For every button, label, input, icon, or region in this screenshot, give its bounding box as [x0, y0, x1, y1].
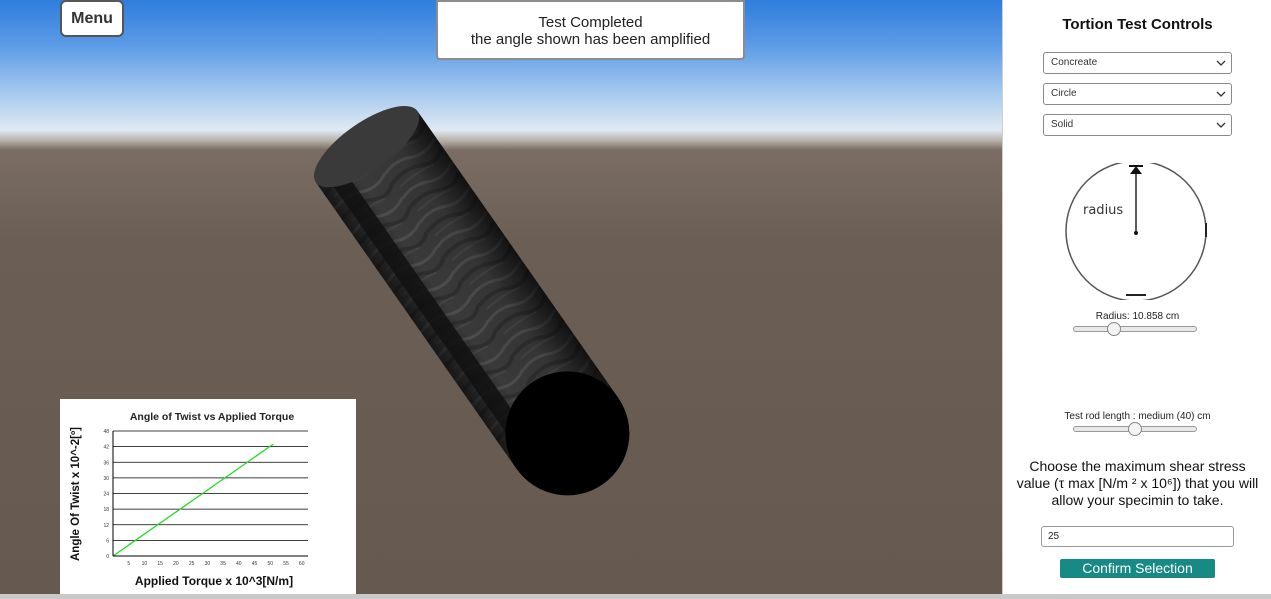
x-tick-label: 50 — [267, 561, 273, 567]
x-tick-label: 55 — [283, 561, 289, 567]
y-tick-label: 30 — [103, 476, 109, 482]
x-tick-label: 60 — [299, 561, 305, 567]
x-tick-label: 20 — [173, 561, 179, 567]
series-line — [112, 443, 274, 557]
material-dropdown[interactable]: Concreate — [1043, 52, 1232, 74]
chart-svg: Angle of Twist vs Applied Torque 0 6 12 18 2… — [70, 411, 308, 588]
y-tick-label: 42 — [103, 445, 109, 451]
chevron-down-icon — [1216, 60, 1226, 66]
controls-title: Tortion Test Controls — [1062, 16, 1213, 33]
y-tick-label: 36 — [103, 460, 109, 466]
bottom-strip — [0, 594, 1271, 599]
material-value: Concreate — [1051, 57, 1098, 68]
radius-slider[interactable] — [1073, 322, 1197, 336]
y-tick-label: 24 — [103, 492, 109, 498]
cross-section-diagram: radius — [1065, 163, 1207, 300]
chart-title: Angle of Twist vs Applied Torque — [130, 411, 294, 423]
radius-diagram-label: radius — [1083, 203, 1123, 218]
y-tick-label: 18 — [103, 507, 109, 513]
y-tick-label: 48 — [103, 429, 109, 435]
x-tick-label: 5 — [127, 561, 130, 567]
chart-x-label: Applied Torque x 10^3[N/m] — [135, 574, 293, 588]
twist-torque-chart: Angle of Twist vs Applied Torque 0 6 12 18 2… — [60, 399, 356, 595]
radius-slider-thumb[interactable] — [1107, 322, 1122, 336]
shape-value: Circle — [1051, 88, 1077, 99]
status-banner: Test Completed the angle shown has been … — [436, 0, 745, 60]
shear-stress-prompt: Choose the maximum shear stress value (τ… — [1016, 458, 1259, 508]
chevron-down-icon — [1216, 91, 1226, 97]
x-tick-label: 45 — [252, 561, 258, 567]
x-tick-label: 10 — [142, 561, 148, 567]
length-slider-thumb[interactable] — [1128, 422, 1142, 436]
length-slider[interactable] — [1073, 422, 1197, 436]
radius-label: Radius: 10.858 cm — [1095, 311, 1180, 322]
x-tick-label: 40 — [236, 561, 242, 567]
status-note: the angle shown has been amplified — [470, 31, 711, 48]
x-tick-label: 35 — [220, 561, 226, 567]
menu-button[interactable]: Menu — [60, 0, 124, 37]
x-tick-label: 25 — [189, 561, 195, 567]
shear-stress-input[interactable] — [1041, 526, 1234, 547]
length-label: Test rod length : medium (40) cm — [1064, 411, 1211, 422]
x-tick-label: 15 — [157, 561, 163, 567]
y-tick-label: 12 — [103, 523, 109, 529]
fill-value: Solid — [1051, 119, 1074, 130]
y-tick-label: 0 — [106, 554, 109, 560]
chart-y-label: Angle Of Twist x 10^-2[º] — [70, 427, 82, 561]
torsion-controls-panel: Tortion Test Controls Concreate Circle S… — [1002, 0, 1271, 594]
x-tick-label: 30 — [205, 561, 211, 567]
y-tick-label: 6 — [106, 538, 109, 544]
status-title: Test Completed — [538, 14, 643, 31]
fill-dropdown[interactable]: Solid — [1043, 114, 1232, 136]
shape-dropdown[interactable]: Circle — [1043, 83, 1232, 105]
chevron-down-icon — [1216, 122, 1226, 128]
confirm-selection-button[interactable]: Confirm Selection — [1060, 559, 1215, 578]
